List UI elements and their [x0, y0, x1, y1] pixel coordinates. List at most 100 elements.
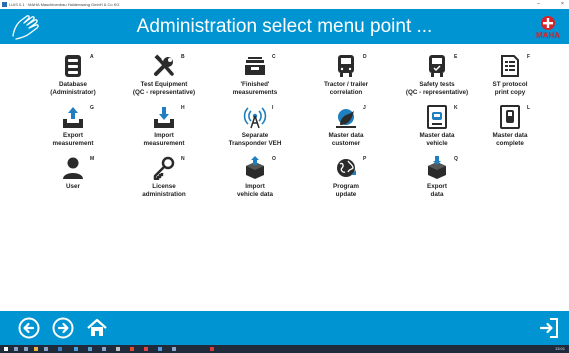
tile-label: ST protocol print copy: [455, 81, 565, 96]
shortcut-key: B: [181, 54, 185, 60]
tile-label: Master data complete: [455, 132, 565, 147]
key-icon: [153, 156, 175, 180]
page-title: Administration select menu point ...: [136, 16, 433, 37]
shortcut-key: N: [181, 156, 185, 162]
tile-label-line2: administration: [142, 190, 186, 198]
tile-label-line1: ST protocol: [492, 81, 528, 88]
tile-label-line2: vehicle: [426, 139, 448, 147]
shortcut-key: J: [363, 105, 366, 111]
windows-taskbar: 13:01: [0, 345, 569, 353]
tile-label-line2: measurement: [52, 139, 94, 147]
taskbar-app-icon[interactable]: [74, 347, 78, 351]
tile-label-line2: print copy: [494, 88, 526, 96]
shortcut-key: O: [272, 156, 276, 162]
tile-label-line2: (Administrator): [50, 88, 96, 96]
shortcut-key: A: [90, 54, 94, 60]
tile-label-line1: Safety tests: [419, 81, 455, 88]
data-complete-icon: [500, 105, 520, 129]
globe-update-icon: [337, 159, 356, 177]
import-tray-icon: [154, 107, 174, 128]
taskbar-app-icon[interactable]: [158, 347, 162, 351]
tile-label-line1: Tractor / trailer: [323, 81, 369, 88]
taskbar-app-icon[interactable]: [130, 347, 134, 351]
tile-label-line1: User: [65, 183, 80, 190]
tile-label-line1: Program: [333, 183, 359, 190]
header-bar: Administration select menu point ... MAH…: [0, 9, 569, 44]
taskbar-app-icon[interactable]: [210, 347, 214, 351]
close-button[interactable]: ×: [559, 1, 566, 8]
export-tray-icon: [63, 107, 83, 128]
tile-label-line2: vehicle data: [236, 190, 274, 198]
tile-label-line2: measurements: [232, 88, 278, 96]
taskbar-app-icon[interactable]: [88, 347, 92, 351]
tile-label: Export data: [382, 183, 492, 198]
tile-label-line2: measurement: [143, 139, 185, 147]
shortcut-key: H: [181, 105, 185, 111]
menu-tile-st-protocol[interactable]: F ST protocol print copy: [455, 54, 565, 104]
maha-logo: MAHA: [536, 16, 560, 40]
document-icon: [501, 55, 519, 77]
shortcut-key: P: [363, 156, 367, 162]
tools-icon: [154, 54, 174, 76]
transponder-icon: [243, 107, 267, 129]
tile-label-line1: Import: [154, 132, 174, 139]
shortcut-key: M: [90, 156, 95, 162]
taskbar-app-icon[interactable]: [102, 347, 106, 351]
tile-label-line1: Test Equipment: [140, 81, 188, 88]
tile-label-line1: Master data: [419, 132, 455, 139]
taskbar-app-icon[interactable]: [24, 347, 28, 351]
taskbar-app-icon[interactable]: [144, 347, 148, 351]
home-icon[interactable]: [86, 317, 108, 339]
tile-label-line1: Master data: [328, 132, 364, 139]
tile-label-line2: update: [335, 190, 357, 198]
tray-icon: [245, 57, 265, 75]
tile-label-line1: Export: [427, 183, 447, 190]
window-titlebar: LUIS 0.1 · MAHA Maschinenbau Haldenwang …: [0, 0, 569, 9]
truck-check-icon: [429, 55, 445, 77]
start-icon[interactable]: [4, 347, 8, 351]
tile-label-line1: Export: [63, 132, 83, 139]
truck-icon: [338, 55, 354, 77]
tile-label-line1: 'Finished': [240, 81, 270, 88]
taskbar-app-icon[interactable]: [34, 347, 38, 351]
taskbar-app-icon[interactable]: [44, 347, 48, 351]
shortcut-key: Q: [454, 156, 458, 162]
shortcut-key: L: [527, 105, 531, 111]
shortcut-key: I: [272, 105, 274, 111]
box-import-icon: [246, 156, 264, 179]
back-icon[interactable]: [18, 317, 40, 339]
tile-label-line1: Import: [245, 183, 265, 190]
footer-bar: [0, 311, 569, 345]
taskbar-app-icon[interactable]: [14, 347, 18, 351]
customer-icon: [336, 109, 356, 128]
menu-tile-export-data[interactable]: Q Export data: [382, 156, 492, 206]
tile-label-line2: customer: [331, 139, 361, 147]
vehicle-card-icon: [427, 105, 447, 129]
exit-icon[interactable]: [538, 317, 560, 339]
tile-label-line2: (QC - representative): [132, 88, 196, 96]
tile-label-line2: complete: [496, 139, 524, 147]
system-clock[interactable]: 13:01: [555, 346, 565, 351]
box-export-icon: [428, 156, 446, 179]
tile-label-line2: correlation: [329, 88, 363, 96]
forward-icon[interactable]: [52, 317, 74, 339]
tile-label-line1: Separate: [241, 132, 269, 139]
svg-text:MAHA: MAHA: [536, 31, 560, 40]
tile-label-line1: License: [152, 183, 176, 190]
window-title: LUIS 0.1 · MAHA Maschinenbau Haldenwang …: [9, 2, 120, 7]
menu-tile-master-data-complete[interactable]: L Master data complete: [455, 105, 565, 155]
taskbar-app-icon[interactable]: [116, 347, 120, 351]
menu-grid: A Database (Administrator) B Test Equipme…: [0, 46, 569, 306]
app-icon: [2, 2, 7, 7]
tile-label-line2: data: [430, 190, 444, 198]
tile-label-line2: Transponder VEH: [228, 139, 282, 147]
user-icon: [63, 157, 83, 179]
tile-label-line1: Master data: [492, 132, 528, 139]
taskbar-app-icon[interactable]: [58, 347, 62, 351]
shortcut-key: D: [363, 54, 367, 60]
shortcut-key: G: [90, 105, 94, 111]
taskbar-app-icon[interactable]: [172, 347, 176, 351]
shortcut-key: F: [527, 54, 531, 60]
tile-label-line1: Database: [58, 81, 87, 88]
minimize-button[interactable]: –: [535, 1, 542, 8]
